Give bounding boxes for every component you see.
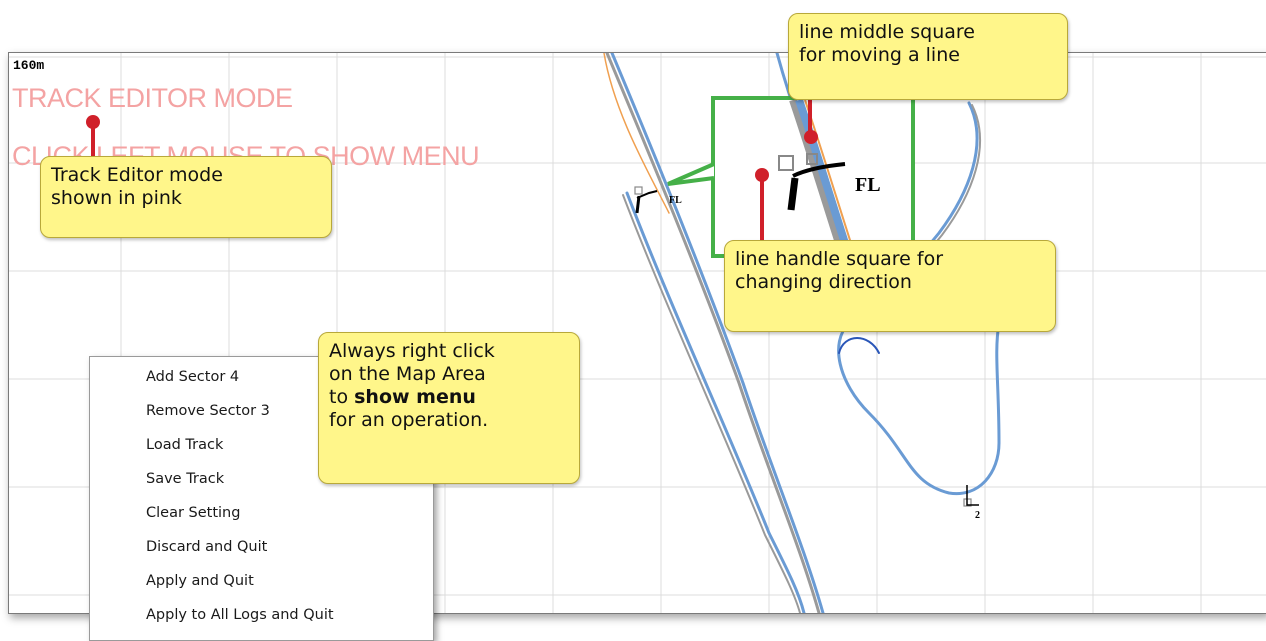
pin-line-handle-line (760, 176, 764, 246)
pin-track-editor-dot (86, 115, 100, 129)
mode-indicator-text: TRACK EDITOR MODE (12, 83, 293, 113)
scale-label: 160m (13, 58, 45, 73)
menu-item-add-sector[interactable]: Add Sector 4 (146, 369, 239, 385)
pin-line-handle-dot (755, 168, 769, 182)
menu-item-apply-all-quit[interactable]: Apply to All Logs and Quit (146, 607, 334, 623)
menu-item-discard-quit[interactable]: Discard and Quit (146, 539, 267, 555)
zoom-inset: FL (711, 96, 915, 258)
line-handle-square (634, 186, 643, 195)
menu-item-load-track[interactable]: Load Track (146, 437, 223, 453)
pin-line-middle-dot (804, 130, 818, 144)
callout-track-editor: Track Editor mode shown in pink (40, 156, 332, 238)
menu-item-clear-setting[interactable]: Clear Setting (146, 505, 240, 521)
menu-item-apply-quit[interactable]: Apply and Quit (146, 573, 254, 589)
callout-right-click: Always right click on the Map Area to sh… (318, 332, 580, 484)
callout-line-handle: line handle square for changing directio… (724, 240, 1056, 332)
zoom-sector-label: FL (855, 174, 881, 196)
menu-item-remove-sector[interactable]: Remove Sector 3 (146, 403, 270, 419)
menu-item-save-track[interactable]: Save Track (146, 471, 224, 487)
zoom-pointer (667, 162, 715, 186)
callout-line-middle: line middle square for moving a line (788, 13, 1068, 100)
point-label: 2 (975, 510, 980, 521)
